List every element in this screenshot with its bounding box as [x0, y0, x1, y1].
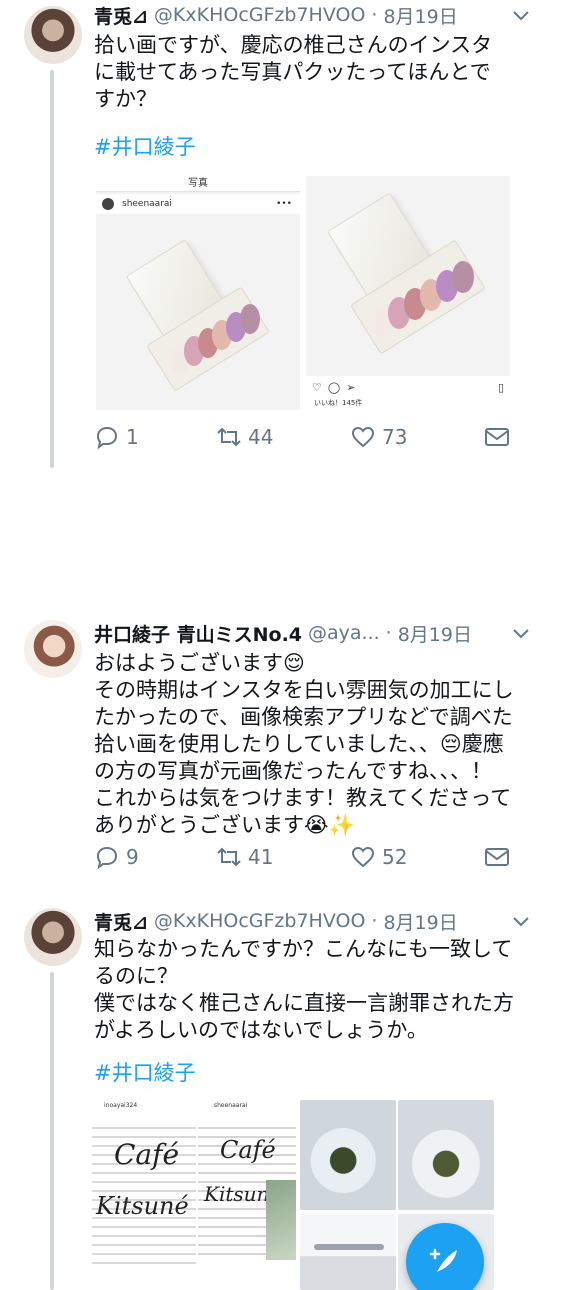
- media-image-cafe-right[interactable]: sheenaarai Café Kitsuné: [198, 1100, 296, 1284]
- insta-likes: いいね！145件: [314, 399, 363, 407]
- insta-topbar-title: 写真: [188, 178, 208, 189]
- compose-feather-icon: [429, 1248, 457, 1272]
- tweet-header: 青兎⊿ @KxKHOcGFzb7HVOO · 8月19日: [94, 0, 554, 30]
- avatar[interactable]: [24, 908, 82, 966]
- text-line: がよろしいのではないでしょうか。: [94, 1018, 428, 1042]
- comment-icon: ◯: [327, 380, 341, 394]
- user-handle[interactable]: @KxKHOcGFzb7HVOO: [154, 910, 366, 932]
- text-line: たかったので、画像検索アプリなどで調べた: [94, 705, 513, 729]
- mail-icon: [485, 428, 509, 446]
- insta-username: sheenaarai: [214, 1102, 248, 1109]
- text-line: その時期はインスタを白い雰囲気の加工にし: [94, 678, 514, 702]
- text-line: これからは気をつけます！教えてくださって: [94, 786, 512, 810]
- reply-count: 1: [126, 425, 139, 449]
- reply-button[interactable]: 1: [94, 422, 139, 452]
- insta-topbar: 写真: [96, 172, 300, 192]
- user-handle[interactable]: @KxKHOcGFzb7HVOO: [154, 4, 366, 26]
- text-line: 知らなかったんですか？こんなにも一致して: [94, 937, 513, 961]
- like-button[interactable]: 52: [350, 842, 407, 872]
- separator-dot: ·: [371, 4, 378, 26]
- cafe-title: Café: [114, 1138, 180, 1171]
- bookmark-icon: ▯: [497, 380, 504, 394]
- insta-userbar: sheenaarai •••: [96, 194, 300, 214]
- tweet-3[interactable]: 青兎⊿ @KxKHOcGFzb7HVOO · 8月19日 知らなかったんですか？…: [0, 906, 574, 1290]
- tweet-actions: 1 44 73: [94, 422, 514, 452]
- like-count: 73: [382, 425, 408, 449]
- retweet-icon: [217, 427, 241, 447]
- text-line: るのに？: [94, 964, 178, 988]
- tweet-text: おはようございます😌 その時期はインスタを白い雰囲気の加工にし たかったので、画…: [94, 650, 514, 839]
- insta-actions: ♡ ◯ ➢ ▯: [312, 380, 504, 394]
- heart-icon: ♡: [312, 380, 322, 394]
- thread-line: [50, 70, 54, 468]
- text-line: 拾い画を使用したりしていました、、😔慶應: [94, 732, 504, 756]
- avatar[interactable]: [24, 620, 82, 678]
- send-icon: ➢: [346, 380, 356, 394]
- cafe-subtitle: Kitsuné: [96, 1192, 189, 1220]
- media-image-left[interactable]: 写真 sheenaarai •••: [96, 172, 300, 410]
- cafe-sign: Café Kitsuné: [92, 1120, 196, 1270]
- thread-line: [50, 972, 54, 1290]
- tweet-2[interactable]: 井口綾子 青山ミスNo.4 @aya... · 8月19日 おはようございます😌…: [0, 618, 574, 888]
- separator-dot: ·: [385, 622, 392, 644]
- reply-icon: [96, 426, 118, 450]
- display-name[interactable]: 井口綾子 青山ミスNo.4: [94, 620, 302, 647]
- insta-username: sheenaarai: [122, 199, 172, 209]
- media-image-right[interactable]: ♡ ◯ ➢ ▯ いいね！145件: [306, 172, 510, 410]
- text-line: おはようございます😌: [94, 651, 305, 675]
- plant-leaves: [266, 1180, 296, 1260]
- tweet-date[interactable]: 8月19日: [398, 620, 472, 647]
- text-line: 僕ではなく椎己さんに直接一言謝罪された方: [94, 991, 514, 1015]
- mail-icon: [485, 848, 509, 866]
- tweet-date[interactable]: 8月19日: [383, 2, 457, 29]
- airplane-shape: [314, 1244, 384, 1250]
- insta-avatar: [102, 198, 114, 210]
- reply-icon: [96, 846, 118, 870]
- retweet-button[interactable]: 41: [216, 842, 273, 872]
- hashtag-link[interactable]: #井口綾子: [94, 134, 196, 161]
- heart-icon: [351, 426, 375, 448]
- retweet-icon: [217, 847, 241, 867]
- like-button[interactable]: 73: [350, 422, 407, 452]
- tweet-text: 知らなかったんですか？こんなにも一致して るのに？ 僕ではなく椎己さんに直接一言…: [94, 936, 514, 1044]
- tweet-actions: 9 41 52: [94, 842, 514, 872]
- display-name[interactable]: 青兎⊿: [94, 2, 148, 29]
- media-image-cafe-left[interactable]: inoayai324 Café Kitsuné: [92, 1100, 196, 1284]
- tweet-header: 井口綾子 青山ミスNo.4 @aya... · 8月19日: [94, 618, 554, 648]
- macaron-photo: [306, 176, 510, 376]
- like-count: 52: [382, 845, 408, 869]
- chevron-down-icon[interactable]: [510, 4, 532, 26]
- heart-icon: [351, 846, 375, 868]
- retweet-count: 41: [248, 845, 274, 869]
- avatar[interactable]: [24, 6, 82, 64]
- display-name[interactable]: 青兎⊿: [94, 908, 148, 935]
- more-icon: •••: [276, 199, 292, 209]
- share-button[interactable]: [484, 842, 510, 872]
- reply-count: 9: [126, 845, 139, 869]
- user-handle[interactable]: @aya...: [308, 622, 380, 644]
- reply-button[interactable]: 9: [94, 842, 139, 872]
- chevron-down-icon[interactable]: [510, 910, 532, 932]
- text-line: の方の写真が元画像だったんですね、、、！: [94, 759, 492, 783]
- media-image-flowers-1[interactable]: [300, 1100, 396, 1210]
- tweet-header: 青兎⊿ @KxKHOcGFzb7HVOO · 8月19日: [94, 906, 554, 936]
- separator-dot: ·: [371, 910, 378, 932]
- tweet-1[interactable]: 青兎⊿ @KxKHOcGFzb7HVOO · 8月19日 拾い画ですが、慶応の椎…: [0, 0, 574, 470]
- insta-username: inoayai324: [104, 1102, 138, 1109]
- tweet-text: 拾い画ですが、慶応の椎己さんのインスタに載せてあった写真パクッたってほんとですか…: [94, 33, 493, 111]
- tweet-date[interactable]: 8月19日: [383, 908, 457, 935]
- media-image-airplane[interactable]: [300, 1214, 396, 1290]
- share-button[interactable]: [484, 422, 510, 452]
- hashtag-link[interactable]: #井口綾子: [94, 1060, 196, 1087]
- retweet-button[interactable]: 44: [216, 422, 273, 452]
- text-line: ありがとうございます😭✨: [94, 813, 355, 837]
- cafe-title: Café: [220, 1136, 276, 1164]
- media-image-flowers-2[interactable]: [398, 1100, 494, 1210]
- macaron-photo: [96, 216, 300, 410]
- retweet-count: 44: [248, 425, 274, 449]
- chevron-down-icon[interactable]: [510, 622, 532, 644]
- cafe-sign: Café Kitsuné: [198, 1120, 296, 1260]
